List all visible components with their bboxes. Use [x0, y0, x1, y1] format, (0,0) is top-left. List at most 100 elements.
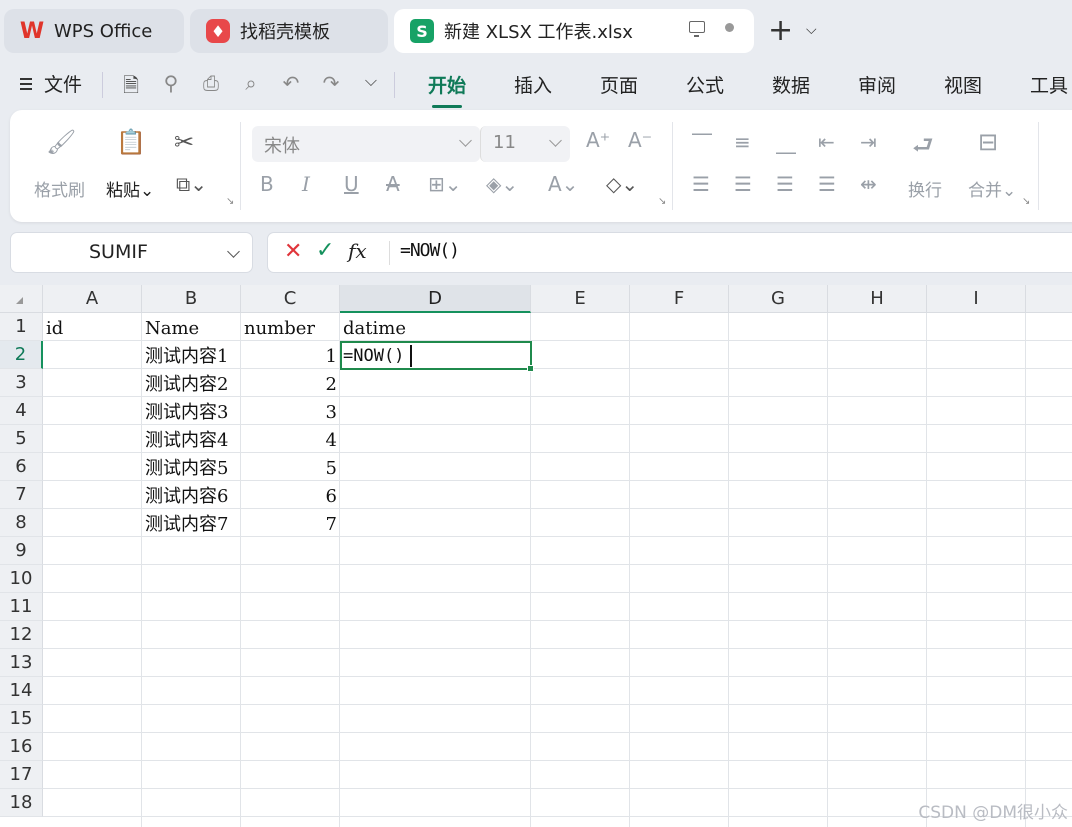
align-center-icon[interactable]: ☰ [734, 172, 752, 196]
wrap-text-button[interactable]: 换行 [908, 176, 942, 201]
row-header-18[interactable]: 18 [0, 789, 43, 817]
tab-view[interactable]: 视图 [944, 71, 982, 98]
cell-c8[interactable]: 7 [241, 509, 340, 537]
header-cell-b[interactable]: Name [142, 313, 241, 341]
italic-icon[interactable]: I [302, 172, 310, 196]
tab-insert[interactable]: 插入 [514, 71, 552, 98]
merge-cells-button[interactable]: 合并⌄ [968, 176, 1016, 201]
column-header-i[interactable]: I [927, 285, 1026, 313]
fill-color-icon[interactable]: ◈⌄ [486, 172, 518, 196]
tab-wps-office[interactable]: W WPS Office [4, 9, 184, 53]
redo-icon[interactable]: ↷ [318, 71, 344, 105]
insert-function-icon[interactable]: fx [348, 239, 367, 263]
bold-icon[interactable]: B [260, 172, 274, 196]
cancel-icon[interactable]: ✕ [284, 239, 302, 264]
decrease-font-icon[interactable]: A⁻ [628, 128, 652, 152]
column-header-a[interactable]: A [43, 285, 142, 313]
cut-icon[interactable]: ✂ [174, 128, 194, 156]
format-painter-button[interactable]: 格式刷 [34, 176, 85, 201]
name-box[interactable]: SUMIF [10, 232, 253, 273]
clear-format-icon[interactable]: ◇⌄ [606, 172, 638, 196]
row-header-14[interactable]: 14 [0, 677, 43, 705]
print-icon[interactable]: ⎙ [198, 71, 224, 105]
column-header-b[interactable]: B [142, 285, 241, 313]
spreadsheet-grid[interactable]: A B C D E F G H I 1 2 3 4 5 6 7 8 9 10 11 12 13 14 15 16 17 18 id Na… [0, 285, 1072, 827]
increase-font-icon[interactable]: A⁺ [586, 128, 610, 152]
borders-icon[interactable]: ⊞⌄ [428, 172, 462, 196]
cell-c7[interactable]: 6 [241, 481, 340, 509]
row-header-15[interactable]: 15 [0, 705, 43, 733]
justify-icon[interactable]: ☰ [818, 172, 836, 196]
row-header-7[interactable]: 7 [0, 481, 43, 509]
row-header-9[interactable]: 9 [0, 537, 43, 565]
tab-docer-templates[interactable]: ♦ 找稻壳模板 [190, 9, 388, 53]
header-cell-a[interactable]: id [43, 313, 142, 341]
column-header-f[interactable]: F [630, 285, 729, 313]
align-left-icon[interactable]: ☰ [692, 172, 710, 196]
monitor-icon[interactable] [689, 21, 705, 37]
row-header-13[interactable]: 13 [0, 649, 43, 677]
row-header-4[interactable]: 4 [0, 397, 43, 425]
row-header-6[interactable]: 6 [0, 453, 43, 481]
cell-c6[interactable]: 5 [241, 453, 340, 481]
active-cell-outline[interactable] [340, 341, 534, 372]
tab-data[interactable]: 数据 [772, 71, 810, 98]
row-header-16[interactable]: 16 [0, 733, 43, 761]
cell-b6[interactable]: 测试内容5 [142, 453, 241, 481]
cell-c5[interactable]: 4 [241, 425, 340, 453]
cell-b4[interactable]: 测试内容3 [142, 397, 241, 425]
increase-indent-icon[interactable]: ⇥ [860, 130, 877, 154]
row-header-10[interactable]: 10 [0, 565, 43, 593]
cell-b7[interactable]: 测试内容6 [142, 481, 241, 509]
clipboard-launcher-icon[interactable]: ↘ [226, 196, 234, 207]
align-top-icon[interactable]: ⎺ [692, 130, 712, 154]
new-tab-plus-icon[interactable]: + [768, 16, 793, 46]
cell-b2[interactable]: 测试内容1 [142, 341, 241, 369]
tab-tools[interactable]: 工具 [1030, 71, 1068, 98]
confirm-icon[interactable]: ✓ [316, 238, 334, 263]
tab-formulas[interactable]: 公式 [686, 71, 724, 98]
decrease-indent-icon[interactable]: ⇤ [818, 130, 835, 154]
row-header-17[interactable]: 17 [0, 761, 43, 789]
font-size-select[interactable]: 11 [480, 126, 570, 162]
row-header-11[interactable]: 11 [0, 593, 43, 621]
align-middle-icon[interactable]: ≡ [734, 130, 751, 154]
column-header-h[interactable]: H [828, 285, 927, 313]
formula-input[interactable]: =NOW() [400, 240, 460, 261]
cell-c2[interactable]: 1 [241, 341, 340, 369]
row-header-1[interactable]: 1 [0, 313, 43, 341]
cell-b8[interactable]: 测试内容7 [142, 509, 241, 537]
undo-icon[interactable]: ↶ [278, 71, 304, 105]
column-header-e[interactable]: E [531, 285, 630, 313]
align-bottom-icon[interactable]: ⎽ [776, 130, 796, 154]
tab-spreadsheet[interactable]: S 新建 XLSX 工作表.xlsx [394, 9, 754, 53]
more-chevron-icon[interactable]: ⌵ [358, 71, 384, 105]
tab-page[interactable]: 页面 [600, 71, 638, 98]
select-all-corner[interactable] [0, 285, 43, 313]
tab-home[interactable]: 开始 [428, 71, 466, 108]
chevron-down-icon[interactable] [227, 245, 240, 258]
font-launcher-icon[interactable]: ↘ [658, 196, 666, 207]
row-header-3[interactable]: 3 [0, 369, 43, 397]
chevron-down-icon[interactable]: ⌵ [806, 22, 817, 38]
row-header-12[interactable]: 12 [0, 621, 43, 649]
export-icon[interactable]: ⚲ [158, 71, 184, 105]
underline-icon[interactable]: U [344, 172, 359, 196]
row-header-5[interactable]: 5 [0, 425, 43, 453]
print-preview-icon[interactable]: ⌕ [238, 71, 264, 105]
paste-button[interactable]: 粘贴⌄ [106, 176, 154, 201]
font-color-icon[interactable]: A⌄ [548, 172, 578, 196]
column-header-g[interactable]: G [729, 285, 828, 313]
header-cell-c[interactable]: number [241, 313, 340, 341]
cell-b3[interactable]: 测试内容2 [142, 369, 241, 397]
column-header-d[interactable]: D [340, 285, 531, 313]
file-menu-button[interactable]: 文件 [20, 70, 82, 97]
align-right-icon[interactable]: ☰ [776, 172, 794, 196]
save-icon[interactable]: 🗎 [118, 71, 144, 105]
header-cell-d[interactable]: datime [340, 313, 531, 341]
alignment-launcher-icon[interactable]: ↘ [1022, 196, 1030, 207]
font-name-select[interactable]: 宋体 [252, 126, 480, 162]
copy-icon[interactable]: ⧉⌄ [176, 172, 207, 196]
row-header-2[interactable]: 2 [0, 341, 43, 369]
row-header-8[interactable]: 8 [0, 509, 43, 537]
